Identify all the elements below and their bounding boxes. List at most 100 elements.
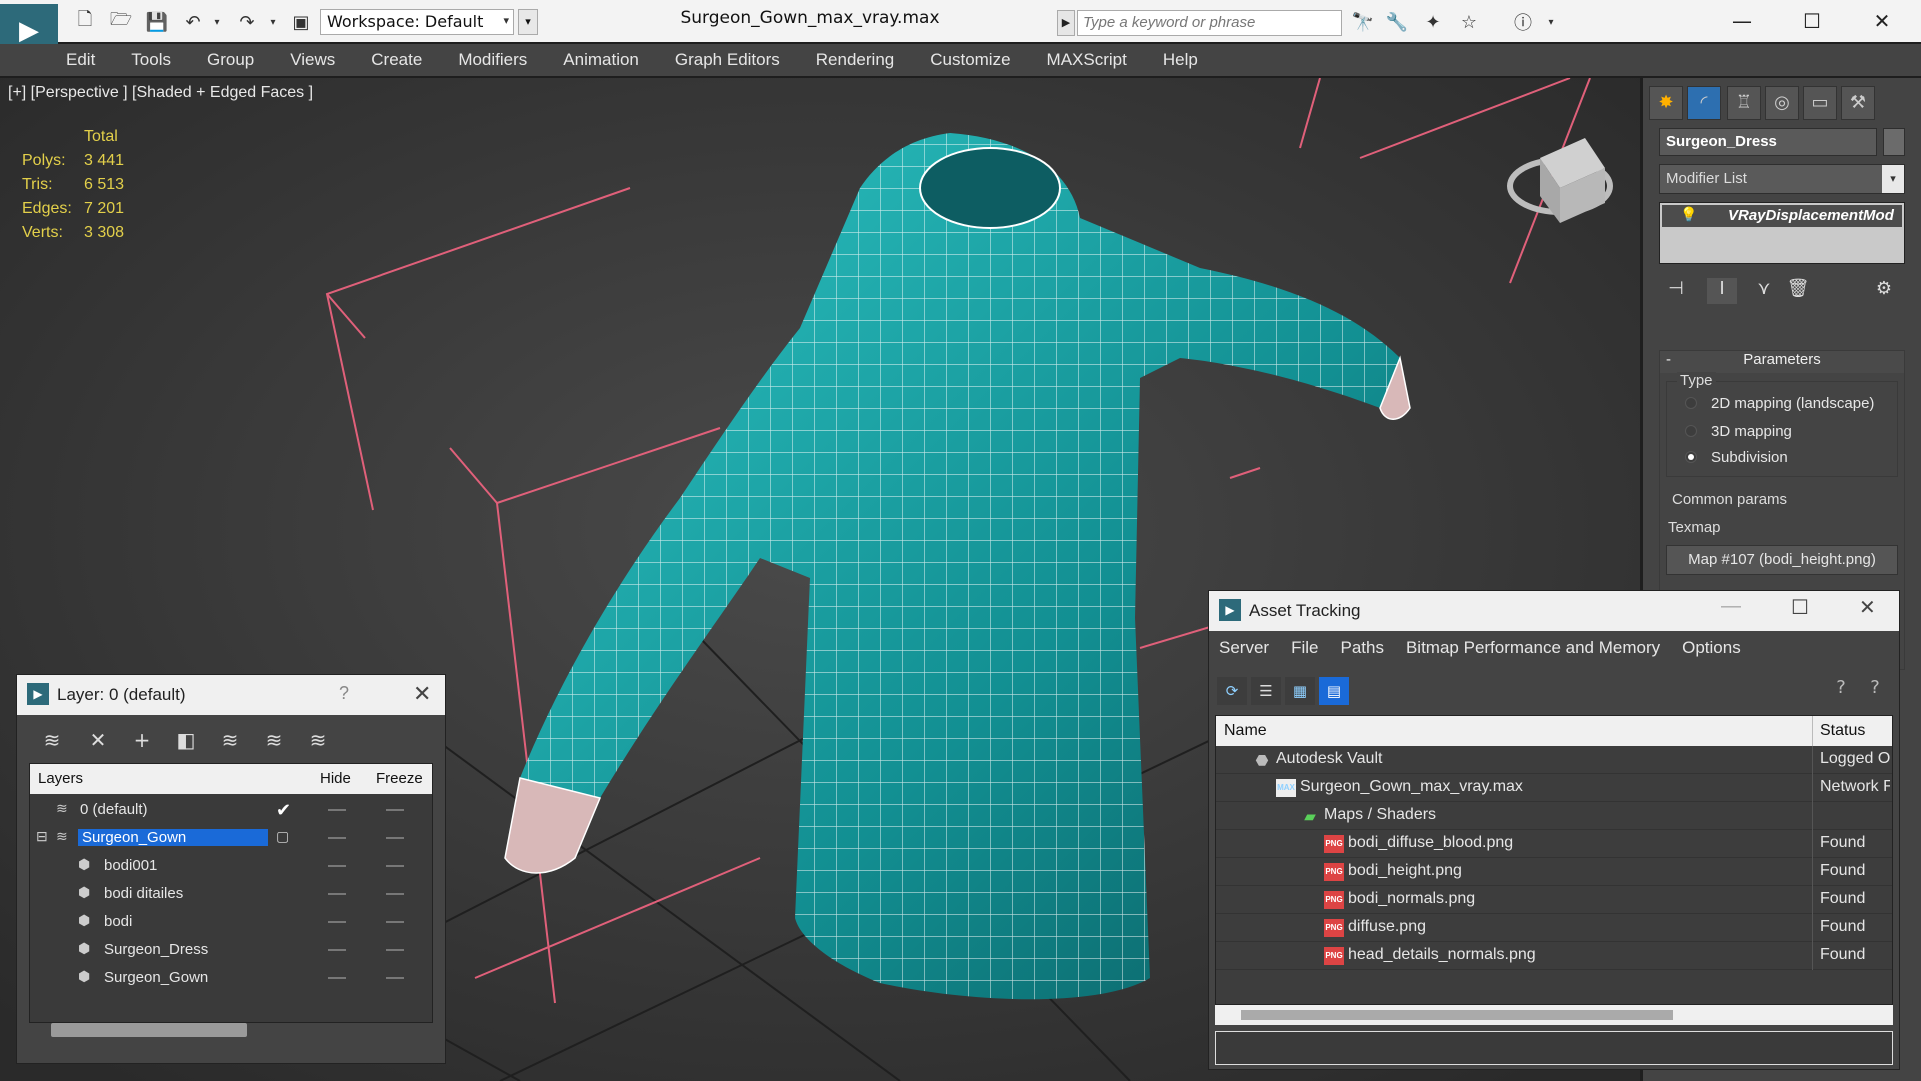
delete-layer-icon[interactable]: ✕ [83,725,113,755]
lightbulb-icon[interactable]: 💡 [1680,206,1697,223]
list-view-icon[interactable]: ☰ [1251,677,1281,705]
layer-row[interactable]: ⊟ ≋ Surgeon_Gown ▢ [30,824,432,852]
set-current-layer-icon[interactable]: ≋ [259,725,289,755]
object-name-field[interactable]: Surgeon_Dress [1659,128,1877,156]
menu-modifiers[interactable]: Modifiers [458,50,527,70]
configure-modifier-sets-icon[interactable]: ⚙ [1869,278,1899,304]
menu-customize[interactable]: Customize [930,50,1010,70]
create-tab-icon[interactable]: ✸ [1649,86,1683,120]
set-current-icon[interactable]: ▢ [276,828,289,845]
display-tab-icon[interactable]: ▭ [1803,86,1837,120]
asset-row[interactable]: MAX Surgeon_Gown_max_vray.max Network F [1216,774,1892,802]
horizontal-scrollbar[interactable] [51,1023,247,1037]
new-file-icon[interactable]: 🗋 [72,9,98,34]
menu-edit[interactable]: Edit [66,50,95,70]
layer-properties-icon[interactable]: ≋ [303,725,333,755]
hide-toggle[interactable] [328,837,346,839]
menu-paths[interactable]: Paths [1340,638,1383,658]
column-layers[interactable]: Layers [38,770,83,787]
radio-subdivision[interactable]: Subdivision [1685,446,1788,468]
context-help-icon[interactable]: ? [1861,677,1889,705]
new-layer-icon[interactable]: ≋ [37,725,67,755]
hide-toggle[interactable] [328,809,346,811]
menu-create[interactable]: Create [371,50,422,70]
save-file-icon[interactable]: 💾 [144,10,170,34]
freeze-toggle[interactable] [386,949,404,951]
horizontal-scrollbar[interactable] [1215,1005,1893,1025]
menu-file[interactable]: File [1291,638,1318,658]
menu-views[interactable]: Views [290,50,335,70]
hierarchy-tab-icon[interactable]: ♖ [1727,86,1761,120]
open-file-icon[interactable]: 🗁 [108,9,134,34]
make-unique-icon[interactable]: ⋎ [1749,278,1779,304]
search-input[interactable]: Type a keyword or phrase [1077,10,1342,36]
menu-rendering[interactable]: Rendering [816,50,894,70]
workspace-menu-button[interactable]: ▾ [518,9,538,35]
column-hide[interactable]: Hide [320,770,351,787]
remove-modifier-icon[interactable]: 🗑 [1783,278,1813,304]
motion-tab-icon[interactable]: ◎ [1765,86,1799,120]
menu-graph-editors[interactable]: Graph Editors [675,50,780,70]
asset-row[interactable]: ▰ Maps / Shaders [1216,802,1892,830]
maximize-icon[interactable]: ☐ [1791,595,1809,620]
object-row[interactable]: ⬢ bodi ditailes [30,880,432,908]
asset-row[interactable]: PNG bodi_normals.png Found [1216,886,1892,914]
modify-tab-icon[interactable]: ◜ [1687,86,1721,120]
menu-group[interactable]: Group [207,50,254,70]
freeze-toggle[interactable] [386,977,404,979]
project-folder-icon[interactable]: ▣ [288,10,314,34]
object-row[interactable]: ⬢ bodi [30,908,432,936]
close-icon[interactable]: ✕ [413,681,431,707]
texmap-button[interactable]: Map #107 (bodi_height.png) [1666,545,1898,575]
freeze-toggle[interactable] [386,921,404,923]
parameters-rollout-header[interactable]: - Parameters [1660,351,1904,373]
layer-window-titlebar[interactable]: ▶ Layer: 0 (default) ? ✕ [17,675,445,715]
table-view-icon[interactable]: ▤ [1319,677,1349,705]
select-layers-icon[interactable]: ≋ [215,725,245,755]
menu-tools[interactable]: Tools [131,50,171,70]
freeze-toggle[interactable] [386,865,404,867]
help-icon[interactable]: ? [339,683,349,704]
undo-dropdown-icon[interactable]: ▾ [204,10,230,34]
redo-icon[interactable]: ↷ [234,10,260,34]
asset-window-titlebar[interactable]: ▶ Asset Tracking — ☐ ✕ [1209,591,1899,631]
maximize-icon[interactable]: ☐ [1790,6,1834,36]
utilities-tab-icon[interactable]: ⚒ [1841,86,1875,120]
pin-stack-icon[interactable]: ⊣ [1661,278,1691,304]
modifier-list-dropdown[interactable]: Modifier List ▾ [1659,164,1905,194]
asset-row[interactable]: PNG head_details_normals.png Found [1216,942,1892,970]
hide-toggle[interactable] [328,949,346,951]
menu-options[interactable]: Options [1682,638,1741,658]
hide-toggle[interactable] [328,977,346,979]
menu-help[interactable]: Help [1163,50,1198,70]
column-status[interactable]: Status [1820,722,1865,740]
binoculars-icon[interactable]: 🔭 [1350,10,1376,34]
show-end-result-icon[interactable]: I [1707,278,1737,304]
help-dropdown-icon[interactable]: ▾ [1538,10,1564,34]
tools-icon[interactable]: 🔧 [1384,10,1410,34]
object-color-swatch[interactable] [1883,128,1905,156]
close-icon[interactable]: ✕ [1859,595,1876,620]
workspace-select[interactable]: Workspace: Default ▾ [320,9,514,35]
object-row[interactable]: ⬢ Surgeon_Dress [30,936,432,964]
column-freeze[interactable]: Freeze [376,770,423,787]
column-name[interactable]: Name [1224,722,1267,740]
asset-row[interactable]: PNG bodi_height.png Found [1216,858,1892,886]
add-to-layer-icon[interactable]: + [127,725,157,755]
refresh-icon[interactable]: ⟳ [1217,677,1247,705]
thumbnail-view-icon[interactable]: ▦ [1285,677,1315,705]
current-layer-check-icon[interactable]: ✔ [276,800,291,821]
radio-3d-mapping[interactable]: 3D mapping [1685,420,1792,442]
minimize-icon[interactable]: — [1720,6,1764,36]
asset-row[interactable]: PNG diffuse.png Found [1216,914,1892,942]
modifier-stack-item[interactable]: 💡 VRayDisplacementMod [1662,205,1902,227]
asset-row[interactable]: ⬣ Autodesk Vault Logged O [1216,746,1892,774]
autodesk-account-icon[interactable]: ✦ [1420,10,1446,34]
asset-row[interactable]: PNG bodi_diffuse_blood.png Found [1216,830,1892,858]
object-row[interactable]: ⬢ Surgeon_Gown [30,964,432,992]
search-expand-icon[interactable]: ▶ [1057,10,1075,36]
layer-row[interactable]: ≋ 0 (default) ✔ [30,796,432,824]
minimize-icon[interactable]: — [1721,595,1741,618]
viewport-label[interactable]: [+] [Perspective ] [Shaded + Edged Faces… [8,84,313,102]
radio-2d-mapping[interactable]: 2D mapping (landscape) [1685,392,1874,414]
